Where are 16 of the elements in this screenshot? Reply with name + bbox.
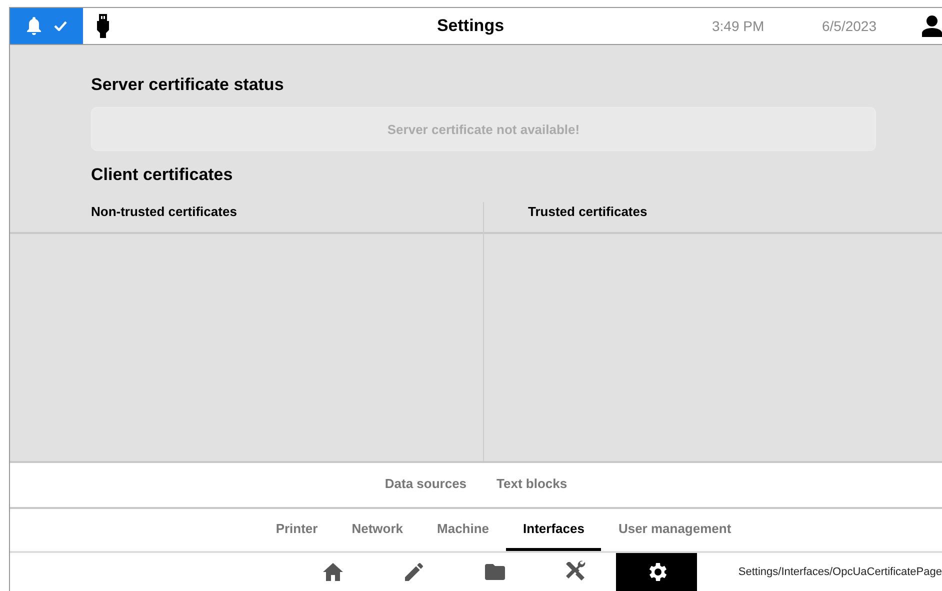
breadcrumb: Settings/Interfaces/OpcUaCertificatePage — [738, 566, 942, 578]
column-header: Trusted certificates — [528, 204, 648, 218]
sub-tab[interactable]: Text blocks — [486, 463, 578, 507]
settings-tab[interactable]: Network — [334, 509, 420, 551]
clock-date: 6/5/2023 — [822, 18, 878, 34]
settings-tab[interactable]: Machine — [420, 509, 506, 551]
settings-tab[interactable]: User management — [601, 509, 748, 551]
section-heading: Client certificates — [91, 165, 233, 184]
page-title: Settings — [436, 16, 506, 36]
settings-tab[interactable]: Printer — [258, 509, 335, 551]
section-heading: Server certificate status — [91, 75, 284, 94]
status-message: Server certificate not available! — [387, 122, 580, 136]
column-header: Non-trusted certificates — [91, 204, 237, 218]
clock-time: 3:49 PM — [712, 18, 766, 34]
settings-tab[interactable]: Interfaces — [506, 509, 602, 551]
sub-tab[interactable]: Data sources — [374, 463, 477, 507]
